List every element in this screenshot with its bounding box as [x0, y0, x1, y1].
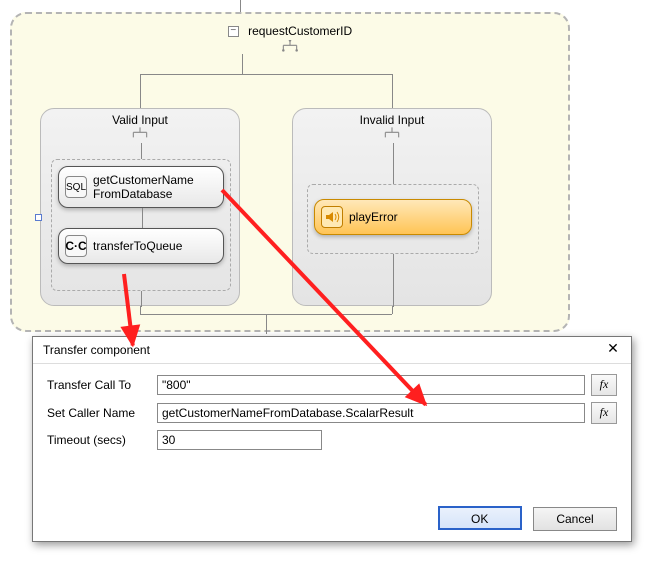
fork-icon: [382, 127, 402, 141]
branch-title: Invalid Input: [293, 109, 491, 127]
form-row-transfer: Transfer Call To fx: [47, 374, 617, 396]
selection-handle[interactable]: [35, 214, 42, 221]
slot-group: playError: [307, 184, 479, 254]
transfer-component-dialog: Transfer component ✕ Transfer Call To fx…: [32, 336, 632, 542]
fx-button[interactable]: fx: [591, 402, 617, 424]
connector-line: [141, 143, 142, 159]
connector-line: [142, 208, 143, 228]
form-row-timeout: Timeout (secs): [47, 430, 617, 450]
connector-line: [392, 74, 393, 108]
connector-line: [266, 314, 267, 334]
stage-header: − requestCustomerID: [12, 24, 568, 54]
node-transfer-to-queue[interactable]: C·C transferToQueue: [58, 228, 224, 264]
set-caller-name-input[interactable]: [157, 403, 585, 423]
node-label: transferToQueue: [93, 239, 182, 253]
transfer-call-to-input[interactable]: [157, 375, 585, 395]
node-get-customer-name[interactable]: SQL getCustomerName FromDatabase: [58, 166, 224, 208]
phone-transfer-icon: C·C: [65, 235, 87, 257]
connector-line: [140, 74, 392, 75]
connector-line: [393, 143, 394, 184]
fork-icon: [130, 127, 150, 141]
connector-line: [242, 54, 243, 74]
field-label: Set Caller Name: [47, 406, 157, 420]
branch-valid-input[interactable]: Valid Input SQL getCustomerName FromData…: [40, 108, 240, 306]
connector-line: [240, 0, 241, 12]
branch-title: Valid Input: [41, 109, 239, 127]
timeout-input[interactable]: [157, 430, 322, 450]
stage-title: requestCustomerID: [248, 24, 352, 38]
field-label: Transfer Call To: [47, 378, 157, 392]
cancel-button[interactable]: Cancel: [533, 507, 617, 531]
branch-invalid-input[interactable]: Invalid Input playError: [292, 108, 492, 306]
ok-button[interactable]: OK: [438, 506, 522, 530]
database-icon: SQL: [65, 176, 87, 198]
field-label: Timeout (secs): [47, 433, 157, 447]
form-row-caller-name: Set Caller Name fx: [47, 402, 617, 424]
connector-line: [140, 306, 141, 314]
connector-line: [392, 306, 393, 314]
close-icon[interactable]: ✕: [601, 339, 625, 359]
node-play-error[interactable]: playError: [314, 199, 472, 235]
connector-line: [141, 291, 142, 307]
node-label: playError: [349, 210, 398, 224]
fx-button[interactable]: fx: [591, 374, 617, 396]
speaker-icon: [321, 206, 343, 228]
fork-icon: [280, 40, 300, 54]
dialog-body: Transfer Call To fx Set Caller Name fx T…: [33, 364, 631, 450]
slot-group: SQL getCustomerName FromDatabase C·C tra…: [51, 159, 231, 291]
flow-canvas: − requestCustomerID Valid Input SQL getC…: [10, 12, 570, 332]
dialog-button-row: OK Cancel: [430, 506, 617, 531]
connector-line: [393, 254, 394, 307]
node-label: getCustomerName FromDatabase: [93, 173, 194, 201]
connector-line: [140, 74, 141, 108]
collapse-icon[interactable]: −: [228, 26, 239, 37]
